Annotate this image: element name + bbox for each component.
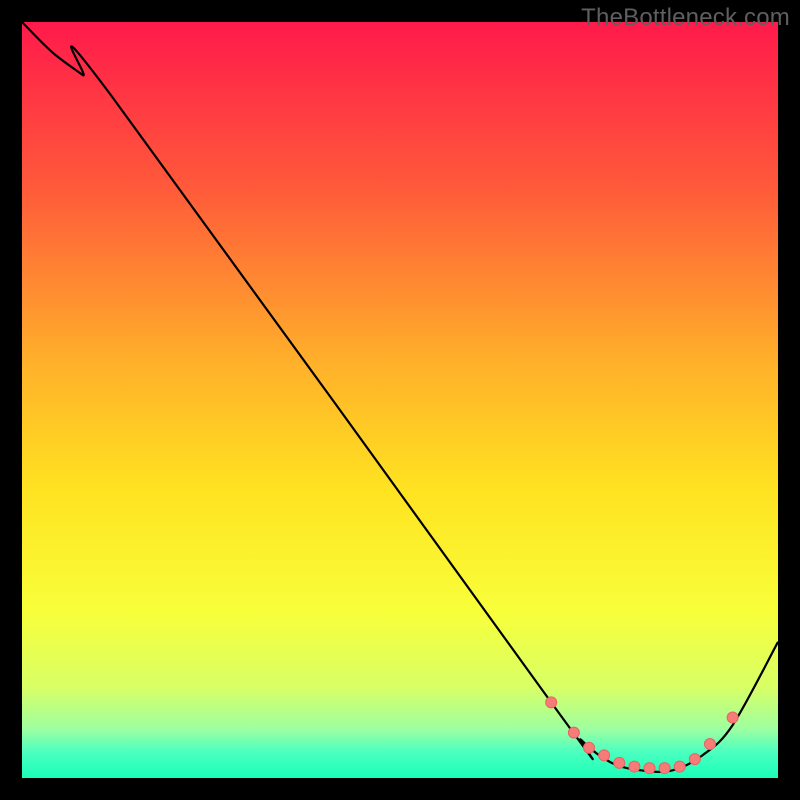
marker-dot <box>568 727 579 738</box>
plot-area <box>22 22 778 778</box>
plot-svg <box>22 22 778 778</box>
chart-stage: TheBottleneck.com <box>0 0 800 800</box>
marker-dot <box>689 754 700 765</box>
marker-dot <box>644 763 655 774</box>
marker-dot <box>629 761 640 772</box>
watermark-text: TheBottleneck.com <box>581 4 790 32</box>
marker-dot <box>546 697 557 708</box>
marker-dot <box>727 712 738 723</box>
marker-dot <box>599 750 610 761</box>
marker-dot <box>659 763 670 774</box>
marker-dot <box>704 738 715 749</box>
marker-dot <box>614 757 625 768</box>
gradient-background <box>22 22 778 778</box>
marker-dot <box>674 761 685 772</box>
marker-dot <box>584 742 595 753</box>
